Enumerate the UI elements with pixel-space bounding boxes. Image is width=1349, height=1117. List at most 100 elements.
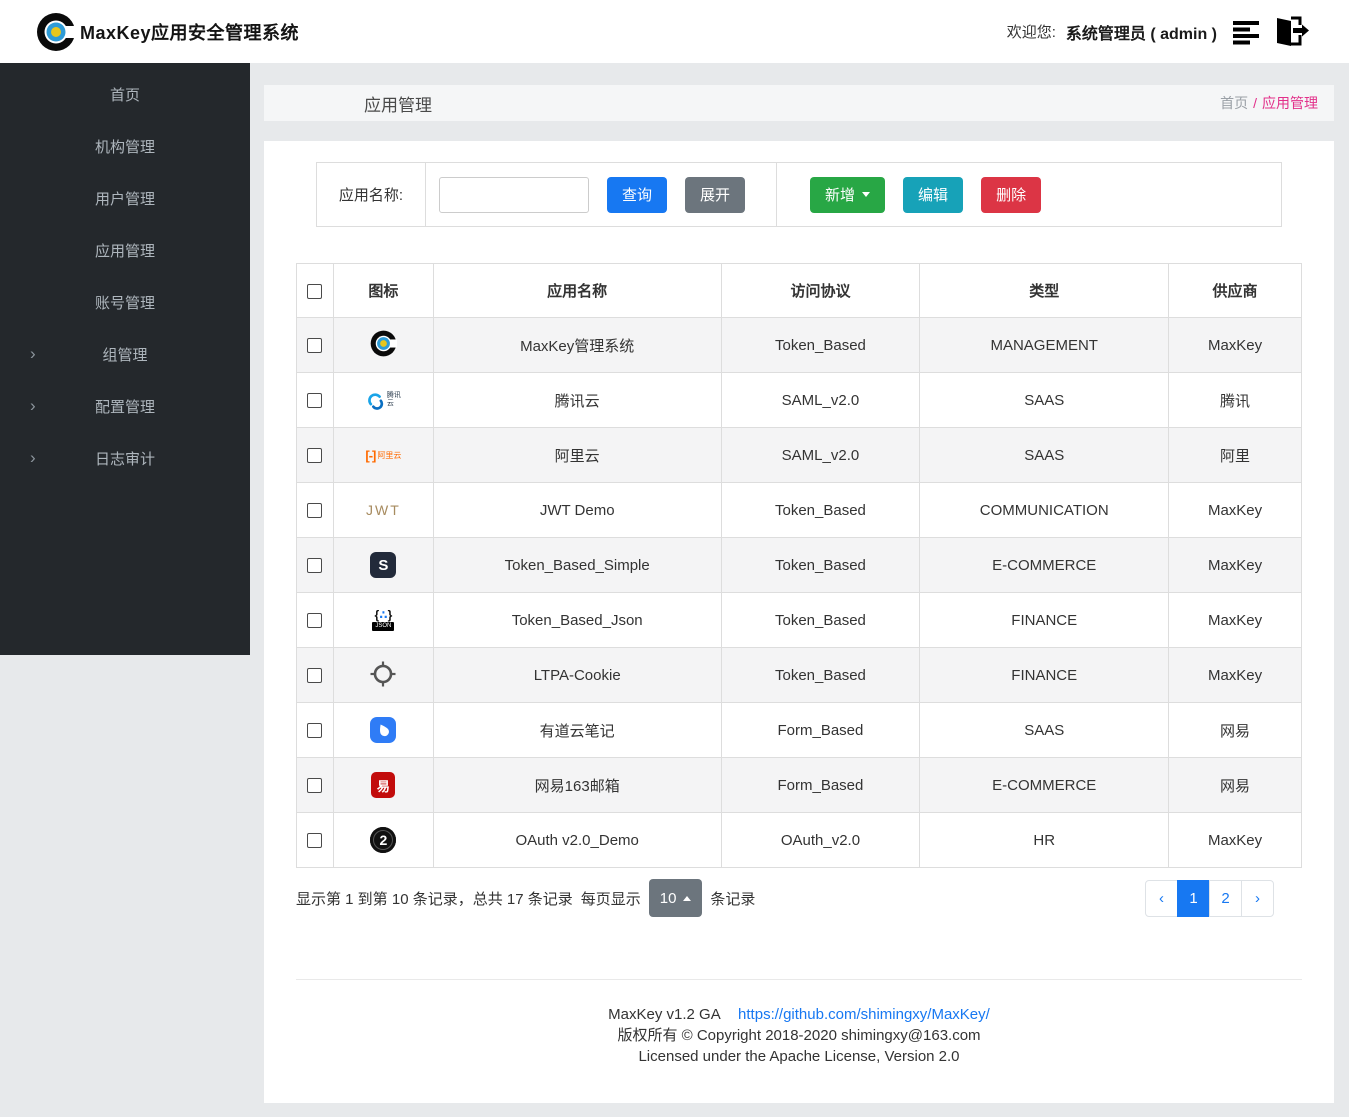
current-user: 系统管理员 ( admin ) xyxy=(1065,25,1217,43)
chevron-right-icon: › xyxy=(30,396,36,415)
row-checkbox[interactable] xyxy=(307,723,323,739)
app-name-cell: 阿里云 xyxy=(432,427,722,483)
row-checkbox-cell xyxy=(296,757,334,813)
app-footer: MaxKey v1.2 GA https://github.com/shimin… xyxy=(296,1004,1302,1067)
column-header: 类型 xyxy=(919,263,1170,318)
vendor-cell: MaxKey xyxy=(1168,812,1302,868)
search-panel: 应用名称: 查询 展开 新增 编辑 删除 xyxy=(316,162,1282,227)
protocol-cell: SAML_v2.0 xyxy=(720,372,921,428)
app-icon-cell xyxy=(332,317,434,373)
pagination-info: 显示第 1 到第 10 条记录，总共 17 条记录 每页显示 10 条记录 xyxy=(296,879,755,917)
protocol-cell: Token_Based xyxy=(720,482,921,538)
search-form: 查询 展开 xyxy=(426,176,746,213)
page-title: 应用管理 xyxy=(364,95,432,115)
row-checkbox[interactable] xyxy=(307,668,323,684)
sidebar-item-config[interactable]: › 配置管理 xyxy=(0,380,250,432)
row-checkbox-cell xyxy=(296,592,334,648)
type-cell: COMMUNICATION xyxy=(919,482,1170,538)
caret-up-icon xyxy=(683,895,692,901)
app-name-cell: 腾讯云 xyxy=(432,372,722,428)
breadcrumb: 首页 / 应用管理 xyxy=(1220,93,1318,113)
row-checkbox-cell xyxy=(296,537,334,593)
main-content: 应用管理 首页 / 应用管理 应用名称: 查询 展开 新增 编辑 删除 图标 应… xyxy=(264,85,1334,1103)
pager-next[interactable]: › xyxy=(1241,879,1274,917)
sidebar: 首页 机构管理 用户管理 应用管理账号管理 › 组管理 › 配置管理 › 日志审计 xyxy=(0,63,250,655)
protocol-cell: Token_Based xyxy=(720,592,921,648)
app-icon-cell: {∴} JSON xyxy=(332,592,434,648)
breadcrumb-current-link[interactable]: 应用管理 xyxy=(1262,93,1318,113)
app-icon-cell xyxy=(332,647,434,703)
row-checkbox[interactable] xyxy=(307,338,323,354)
app-icon-cell: S xyxy=(332,537,434,593)
app-icon-cell: [-] 阿里云 xyxy=(332,427,434,483)
app-icon-cell: JWT xyxy=(332,482,434,538)
add-button[interactable]: 新增 xyxy=(810,176,886,213)
page-size-dropdown[interactable]: 10 xyxy=(648,879,703,917)
row-checkbox[interactable] xyxy=(307,558,323,574)
vendor-cell: 网易 xyxy=(1168,757,1302,813)
vendor-cell: MaxKey xyxy=(1168,537,1302,593)
row-checkbox[interactable] xyxy=(307,448,323,464)
table-row: MaxKey管理系统 Token_Based MANAGEMENT MaxKey xyxy=(296,317,1302,373)
expand-button[interactable]: 展开 xyxy=(685,176,746,213)
row-checkbox-cell xyxy=(296,372,334,428)
app-name-input[interactable] xyxy=(439,176,589,213)
ltpa-crosshair-icon xyxy=(370,659,396,689)
app-header: MaxKey应用安全管理系统 欢迎您: 系统管理员 ( admin ) xyxy=(0,0,1349,63)
protocol-cell: OAuth_v2.0 xyxy=(720,812,921,868)
pager-page-2[interactable]: 2 xyxy=(1209,879,1242,917)
table-row: {∴} JSON Token_Based_Json Token_Based FINANC… xyxy=(296,592,1302,648)
app-name-cell: LTPA-Cookie xyxy=(432,647,722,703)
pager: ‹ 1 2 › xyxy=(1145,879,1274,917)
table-row: S Token_Based_Simple Token_Based E-COMMERCE… xyxy=(296,537,1302,593)
footer-license: Licensed under the Apache License, Versi… xyxy=(638,1048,960,1065)
row-checkbox[interactable] xyxy=(307,393,323,409)
logout-icon[interactable] xyxy=(1273,15,1309,49)
app-icon-cell: 易 xyxy=(332,757,434,813)
sidebar-item-audit[interactable]: › 日志审计 xyxy=(0,432,250,484)
sidebar-item-org[interactable]: 机构管理 xyxy=(0,120,250,172)
brand: MaxKey应用安全管理系统 xyxy=(36,12,299,52)
github-link[interactable]: https://github.com/shimingxy/MaxKey/ xyxy=(738,1006,990,1023)
sidebar-item-user[interactable]: 用户管理 xyxy=(0,172,250,224)
maxkey-icon xyxy=(370,329,397,359)
action-buttons: 新增 编辑 删除 xyxy=(777,176,1042,213)
footer-version: MaxKey v1.2 GA xyxy=(608,1006,720,1023)
breadcrumb-home-link[interactable]: 首页 xyxy=(1220,93,1248,113)
pager-prev[interactable]: ‹ xyxy=(1145,879,1178,917)
simple-s-icon: S xyxy=(370,550,397,580)
table-header-row: 图标 应用名称 访问协议 类型 供应商 xyxy=(296,263,1302,318)
row-checkbox-cell xyxy=(296,482,334,538)
row-checkbox[interactable] xyxy=(307,778,323,794)
select-all-checkbox[interactable] xyxy=(307,283,323,299)
breadcrumb-separator: / xyxy=(1253,95,1257,111)
sidebar-item-account[interactable]: 账号管理 xyxy=(0,276,250,328)
footer-divider xyxy=(296,979,1302,980)
records-info: 显示第 1 到第 10 条记录，总共 17 条记录 xyxy=(296,890,573,908)
pager-page-1[interactable]: 1 xyxy=(1177,879,1210,917)
table-row: LTPA-Cookie Token_Based FINANCE MaxKey xyxy=(296,647,1302,703)
sidebar-item-home[interactable]: 首页 xyxy=(0,68,250,120)
app-name-cell: Token_Based_Simple xyxy=(432,537,722,593)
query-button[interactable]: 查询 xyxy=(607,176,668,213)
row-checkbox[interactable] xyxy=(307,833,323,849)
type-cell: SAAS xyxy=(919,372,1170,428)
vendor-cell: MaxKey xyxy=(1168,647,1302,703)
protocol-cell: Token_Based xyxy=(720,537,921,593)
list-icon[interactable] xyxy=(1233,19,1263,45)
vendor-cell: 腾讯 xyxy=(1168,372,1302,428)
edit-button[interactable]: 编辑 xyxy=(903,176,964,213)
sidebar-item-group[interactable]: › 组管理 xyxy=(0,328,250,380)
type-cell: FINANCE xyxy=(919,647,1170,703)
app-title: MaxKey应用安全管理系统 xyxy=(80,22,300,43)
delete-button[interactable]: 删除 xyxy=(981,176,1042,213)
content-card: 应用名称: 查询 展开 新增 编辑 删除 图标 应用名称 访问协议 类型 供应商… xyxy=(264,141,1334,1103)
type-cell: HR xyxy=(919,812,1170,868)
sidebar-item-app[interactable]: 应用管理 xyxy=(0,224,250,276)
table-row: 易 网易163邮箱 Form_Based E-COMMERCE 网易 xyxy=(296,757,1302,813)
row-checkbox[interactable] xyxy=(307,503,323,519)
row-checkbox[interactable] xyxy=(307,613,323,629)
column-header: 应用名称 xyxy=(432,263,722,318)
row-checkbox-cell xyxy=(296,427,334,483)
sidebar-item-label: 账号管理 xyxy=(94,294,155,312)
